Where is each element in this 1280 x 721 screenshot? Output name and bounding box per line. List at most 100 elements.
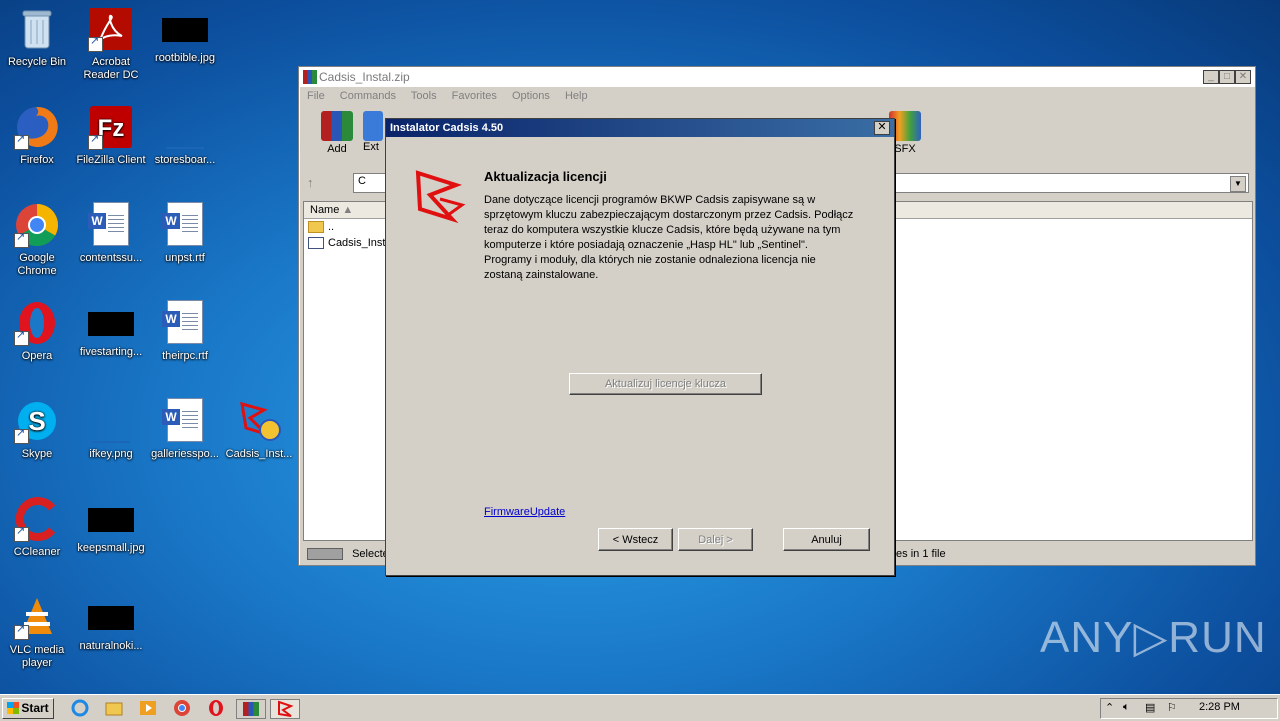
network-icon[interactable]: ▤ [1145, 701, 1155, 714]
desktop-icon-vlc[interactable]: VLC media player [0, 594, 74, 670]
desktop-icon-label: keepsmall.jpg [77, 542, 145, 554]
chrome-icon[interactable] [172, 699, 192, 717]
shortcut-arrow-icon [14, 231, 29, 248]
internet-explorer-icon[interactable] [70, 699, 90, 717]
cadsis-logo-icon [412, 165, 470, 225]
desktop-icon-galleriesspo[interactable]: W galleriesspo... [148, 398, 222, 461]
extract-button[interactable]: Ext [363, 111, 387, 153]
desktop-icon-label: FileZilla Client [76, 154, 146, 166]
file-explorer-icon[interactable] [104, 699, 124, 717]
desktop-icon-label: VLC media player [9, 644, 65, 669]
filezilla-icon: Fz [88, 104, 134, 150]
desktop-icon-label: fivestarting... [79, 346, 143, 358]
close-button[interactable]: ✕ [874, 121, 890, 135]
desktop-icon-recycle-bin[interactable]: Recycle Bin [0, 6, 74, 69]
desktop-icon-opera[interactable]: Opera [0, 300, 74, 363]
menu-file[interactable]: File [307, 90, 325, 102]
chevron-down-icon[interactable]: ▼ [1230, 176, 1246, 192]
desktop-icon-chrome[interactable]: Google Chrome [0, 202, 74, 278]
desktop-icon-naturalnoki[interactable]: naturalnoki... [74, 594, 148, 653]
menu-tools[interactable]: Tools [411, 90, 437, 102]
skype-icon: S [14, 398, 60, 444]
image-thumbnail [88, 606, 134, 630]
minimize-button[interactable]: _ [1203, 70, 1219, 84]
installer-dialog: Instalator Cadsis 4.50 ✕ Aktualizacja li… [385, 118, 895, 576]
desktop-icon-keepsmall[interactable]: keepsmall.jpg [74, 496, 148, 555]
opera-icon [14, 300, 60, 346]
extract-icon [363, 111, 383, 141]
media-player-icon[interactable] [138, 699, 158, 717]
desktop-icon-cadsis-installer[interactable]: Cadsis_Inst... [222, 398, 296, 461]
start-button[interactable]: Start [2, 698, 54, 719]
dialog-title: Instalator Cadsis 4.50 [390, 122, 504, 134]
back-button[interactable]: < Wstecz [598, 528, 673, 551]
desktop-icon-ifkey[interactable]: ifkey.png [74, 398, 148, 461]
firefox-icon [14, 104, 60, 150]
desktop-icon-skype[interactable]: S Skype [0, 398, 74, 461]
close-button[interactable]: ✕ [1235, 70, 1251, 84]
extract-label: Ext [363, 141, 379, 153]
acrobat-icon [88, 6, 134, 52]
desktop-icon-fivestarting[interactable]: fivestarting... [74, 300, 148, 359]
drive-icon [307, 548, 343, 561]
desktop-icon-label: unpst.rtf [165, 252, 205, 264]
desktop-icon-label: Opera [21, 350, 53, 362]
next-button[interactable]: Dalej > [678, 528, 753, 551]
desktop-icon-storesboar[interactable]: storesboar... [148, 104, 222, 167]
desktop-icon-theirpc[interactable]: W theirpc.rtf [148, 300, 222, 363]
winrar-titlebar[interactable]: Cadsis_Instal.zip _ □ ✕ [299, 67, 1255, 87]
word-document-icon: W [162, 300, 208, 346]
cadsis-taskbar-icon[interactable] [270, 699, 300, 719]
desktop-icon-label: naturalnoki... [79, 640, 143, 652]
menu-options[interactable]: Options [512, 90, 550, 102]
desktop-icon-ccleaner[interactable]: CCleaner [0, 496, 74, 559]
blank-file-icon [88, 398, 134, 444]
archive-add-icon [321, 111, 353, 141]
up-arrow-icon[interactable]: ↑ [307, 175, 314, 190]
ccleaner-icon [14, 496, 60, 542]
winrar-taskbar-icon[interactable] [236, 699, 266, 719]
cadsis-installer-icon [236, 398, 282, 444]
word-document-icon: W [162, 202, 208, 248]
desktop-icon-firefox[interactable]: Firefox [0, 104, 74, 167]
shortcut-arrow-icon [14, 525, 29, 542]
desktop-icon-label: Firefox [20, 154, 54, 166]
add-button[interactable]: Add [315, 111, 359, 155]
winrar-icon [303, 70, 317, 84]
desktop-icon-acrobat[interactable]: Acrobat Reader DC [74, 6, 148, 82]
update-license-button[interactable]: Aktualizuj licencje klucza [569, 373, 762, 395]
image-thumbnail [88, 508, 134, 532]
maximize-button[interactable]: □ [1219, 70, 1235, 84]
action-center-flag-icon[interactable]: ⚐ [1167, 701, 1177, 714]
dialog-titlebar[interactable]: Instalator Cadsis 4.50 ✕ [386, 119, 894, 137]
desktop-icon-label: ifkey.png [89, 448, 133, 460]
sfx-label: SFX [894, 143, 916, 155]
desktop-icon-unpst[interactable]: W unpst.rtf [148, 202, 222, 265]
shortcut-arrow-icon [14, 329, 29, 346]
cancel-button[interactable]: Anuluj [783, 528, 870, 551]
recycle-bin-icon [14, 6, 60, 52]
svg-text:S: S [28, 406, 45, 436]
menu-favorites[interactable]: Favorites [452, 90, 497, 102]
clock[interactable]: 2:28 PM [1199, 701, 1240, 713]
firmware-update-link[interactable]: FirmwareUpdate [484, 506, 565, 518]
desktop-icon-label: Recycle Bin [7, 56, 67, 68]
path-text: C [358, 175, 366, 187]
desktop-icon-label: Google Chrome [17, 252, 57, 277]
word-document-icon: W [162, 398, 208, 444]
desktop-icon-label: CCleaner [13, 546, 61, 558]
opera-icon[interactable] [206, 699, 226, 717]
menu-help[interactable]: Help [565, 90, 588, 102]
dialog-heading: Aktualizacja licencji [484, 169, 607, 184]
shortcut-arrow-icon [88, 133, 103, 150]
desktop-icon-filezilla[interactable]: Fz FileZilla Client [74, 104, 148, 167]
show-hidden-icons-icon[interactable]: ⌃ [1105, 701, 1114, 714]
volume-icon[interactable]: 🔈︎ [1123, 701, 1130, 714]
taskbar: Start ⌃ 🔈︎ ▤ ⚐ 2:28 PM [0, 694, 1280, 721]
desktop-icon-contentssu[interactable]: W contentssu... [74, 202, 148, 265]
menu-commands[interactable]: Commands [340, 90, 396, 102]
status-summary: tes in 1 file [893, 548, 946, 560]
desktop-icon-rootbible[interactable]: rootbible.jpg [148, 6, 222, 65]
window-title: Cadsis_Instal.zip [319, 70, 410, 84]
desktop-icon-label: galleriesspo... [151, 448, 219, 460]
